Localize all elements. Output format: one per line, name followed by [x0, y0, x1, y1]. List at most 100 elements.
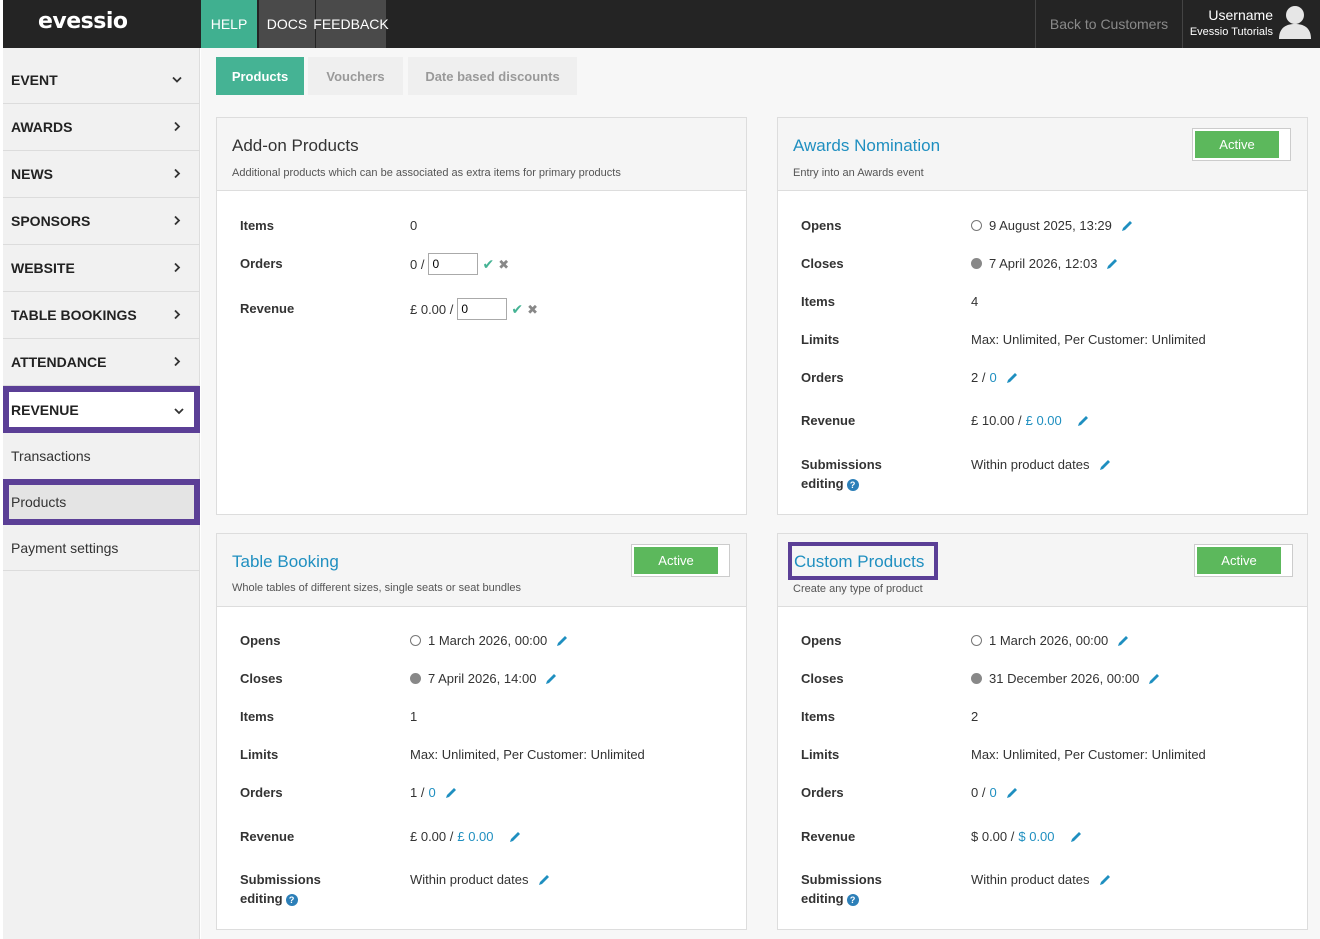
help-icon[interactable]: ?	[846, 478, 859, 491]
submissions-label-line: Submissions	[801, 872, 882, 887]
sidebar-item-news[interactable]: NEWS	[3, 151, 200, 198]
sidebar-sub-payment-settings[interactable]: Payment settings	[3, 525, 200, 571]
submissions-editing-label: Submissions editing?	[801, 870, 882, 908]
sidebar-item-table-bookings[interactable]: TABLE BOOKINGS	[3, 292, 200, 339]
opens-value: 1 March 2026, 00:00	[410, 631, 569, 650]
pencil-icon[interactable]	[555, 634, 569, 648]
active-toggle[interactable]: Active	[1192, 128, 1291, 161]
sidebar-item-event[interactable]: EVENT	[3, 57, 200, 104]
card-title[interactable]: Custom Products	[794, 552, 924, 572]
orders-count: 1 /	[410, 785, 425, 800]
close-icon[interactable]: ✖	[498, 255, 509, 274]
orders-limit-link[interactable]: 0	[989, 783, 996, 802]
pencil-icon[interactable]	[1098, 458, 1112, 472]
tab-date-based-discounts[interactable]: Date based discounts	[408, 57, 577, 95]
revenue-target-link[interactable]: £ 0.00	[457, 827, 493, 846]
close-icon[interactable]: ✖	[527, 300, 538, 319]
main-content: Products Vouchers Date based discounts A…	[201, 48, 1320, 939]
card-subtitle: Additional products which can be associa…	[232, 167, 621, 179]
card-title: Add-on Products	[232, 136, 359, 155]
docs-button[interactable]: DOCS	[259, 0, 315, 48]
sidebar-item-attendance[interactable]: ATTENDANCE	[3, 339, 200, 386]
chevron-right-icon	[172, 120, 182, 135]
revenue-label: Revenue	[240, 829, 295, 844]
submissions-value: Within product dates	[971, 870, 1112, 889]
active-toggle[interactable]: Active	[631, 544, 730, 577]
products-highlight-box: Products	[3, 479, 200, 525]
feedback-button[interactable]: FEEDBACK	[313, 0, 389, 48]
username-label[interactable]: Username	[1208, 7, 1273, 23]
orders-label: Orders	[801, 370, 844, 385]
check-icon[interactable]: ✔	[482, 255, 494, 274]
orders-value: 0 / 0	[971, 783, 1019, 802]
pencil-icon[interactable]	[1076, 414, 1090, 428]
orders-limit-link[interactable]: 0	[428, 783, 435, 802]
sidebar-sub-products[interactable]: Products	[9, 485, 194, 519]
opens-label: Opens	[801, 633, 842, 648]
tab-products[interactable]: Products	[216, 57, 304, 95]
revenue-amount: £ 0.00 /	[410, 829, 454, 844]
user-avatar-icon[interactable]	[1277, 3, 1313, 39]
sidebar-item-label: SPONSORS	[11, 213, 91, 229]
revenue-target-link[interactable]: £ 0.00	[1026, 411, 1062, 430]
revenue-input[interactable]	[457, 298, 508, 320]
limits-label: Limits	[801, 747, 840, 762]
sidebar-item-sponsors[interactable]: SPONSORS	[3, 198, 200, 245]
orders-input[interactable]	[428, 253, 479, 275]
revenue-target-link[interactable]: $ 0.00	[1018, 827, 1054, 846]
opens-value: 9 August 2025, 13:29	[971, 216, 1134, 235]
revenue-prefix: £ 0.00 /	[410, 301, 454, 317]
submissions-editing-label: Submissions editing?	[240, 870, 321, 908]
pencil-icon[interactable]	[1120, 219, 1134, 233]
items-label: Items	[801, 709, 835, 724]
sidebar-item-website[interactable]: WEBSITE	[3, 245, 200, 292]
opens-date: 1 March 2026, 00:00	[989, 633, 1109, 648]
pencil-icon[interactable]	[1105, 257, 1119, 271]
pencil-icon[interactable]	[544, 672, 558, 686]
card-title[interactable]: Table Booking	[232, 552, 339, 572]
opens-label: Opens	[801, 218, 842, 233]
sidebar-item-awards[interactable]: AWARDS	[3, 104, 200, 151]
pencil-icon[interactable]	[1116, 634, 1130, 648]
help-icon[interactable]: ?	[285, 893, 298, 906]
tab-vouchers[interactable]: Vouchers	[308, 57, 403, 95]
submissions-editing-label: Submissions editing?	[801, 455, 882, 493]
closes-date: 31 December 2026, 00:00	[989, 671, 1140, 686]
circle-filled-icon	[410, 673, 421, 684]
pencil-icon[interactable]	[1005, 786, 1019, 800]
top-bar: evessio HELP DOCS FEEDBACK Back to Custo…	[3, 0, 1320, 48]
active-toggle-label: Active	[634, 547, 718, 574]
pencil-icon[interactable]	[444, 786, 458, 800]
orders-value: 2 / 0	[971, 368, 1019, 387]
orders-limit-link[interactable]: 0	[989, 368, 996, 387]
items-label: Items	[240, 218, 274, 233]
sidebar-item-revenue[interactable]: REVENUE	[9, 392, 194, 427]
check-icon[interactable]: ✔	[511, 300, 523, 319]
pencil-icon[interactable]	[537, 873, 551, 887]
help-icon[interactable]: ?	[846, 893, 859, 906]
sidebar-sub-transactions[interactable]: Transactions	[3, 433, 200, 479]
items-value: 4	[971, 294, 979, 309]
pencil-icon[interactable]	[1069, 830, 1083, 844]
pencil-icon[interactable]	[508, 830, 522, 844]
items-value: 2	[971, 709, 979, 724]
logo[interactable]: evessio	[38, 9, 128, 34]
table-booking-card: Table Booking Whole tables of different …	[216, 533, 747, 930]
help-button[interactable]: HELP	[201, 0, 257, 48]
active-toggle-label: Active	[1197, 547, 1281, 574]
orders-label: Orders	[240, 785, 283, 800]
card-title[interactable]: Awards Nomination	[793, 136, 940, 156]
pencil-icon[interactable]	[1005, 371, 1019, 385]
limits-value: Max: Unlimited, Per Customer: Unlimited	[971, 747, 1206, 762]
revenue-highlight-box: REVENUE	[3, 386, 200, 433]
pencil-icon[interactable]	[1098, 873, 1112, 887]
back-to-customers-link[interactable]: Back to Customers	[1035, 0, 1183, 48]
pencil-icon[interactable]	[1147, 672, 1161, 686]
chevron-right-icon	[172, 355, 182, 370]
limits-label: Limits	[801, 332, 840, 347]
active-toggle[interactable]: Active	[1194, 544, 1293, 577]
submissions-value: Within product dates	[971, 455, 1112, 474]
card-header: Table Booking Whole tables of different …	[217, 534, 746, 607]
card-header: Custom Products Create any type of produ…	[778, 534, 1307, 607]
opens-date: 1 March 2026, 00:00	[428, 633, 548, 648]
